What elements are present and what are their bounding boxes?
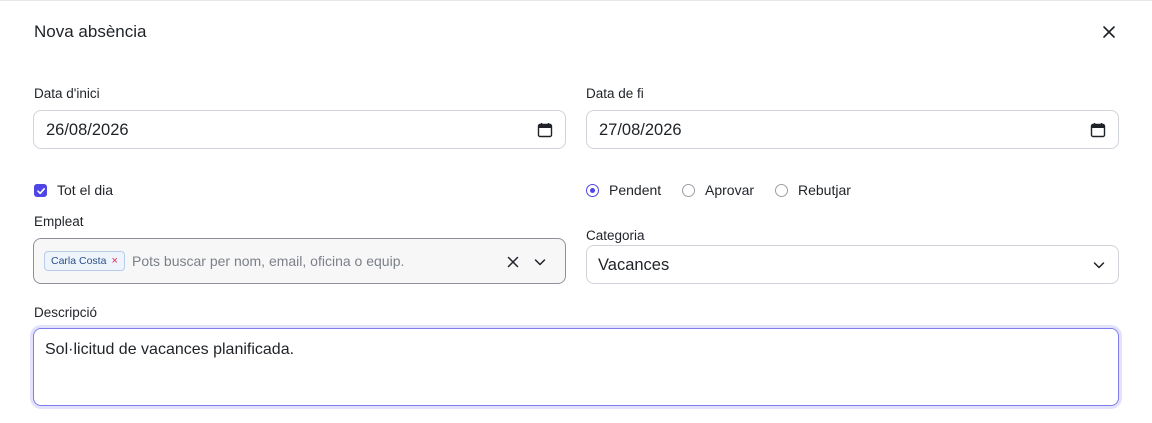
category-dropdown-toggle[interactable]: [1090, 256, 1108, 274]
status-label-rebutjar[interactable]: Rebutjar: [798, 182, 851, 198]
status-radio-aprovar[interactable]: [682, 184, 695, 197]
description-label: Descripció: [34, 305, 98, 320]
remove-chip-icon[interactable]: ×: [111, 255, 117, 267]
description-textarea[interactable]: Sol·licitud de vacances planificada.: [33, 328, 1119, 406]
check-icon: [36, 187, 45, 194]
employee-chip-label: Carla Costa: [51, 255, 107, 267]
end-date-value: 27/08/2026: [599, 121, 682, 139]
status-label-aprovar[interactable]: Aprovar: [705, 182, 754, 198]
employee-chip: Carla Costa ×: [44, 251, 125, 271]
dialog-title: Nova absència: [34, 22, 147, 41]
end-date-input[interactable]: 27/08/2026: [586, 110, 1119, 149]
clear-selection-button[interactable]: [504, 253, 522, 271]
end-date-label: Data de fi: [586, 86, 644, 101]
status-radio-rebutjar[interactable]: [775, 184, 788, 197]
chevron-down-icon: [534, 259, 546, 266]
close-icon: [1103, 26, 1115, 38]
status-label-pendent[interactable]: Pendent: [609, 182, 661, 198]
start-date-label: Data d'inici: [34, 86, 100, 101]
new-absence-dialog: Nova absència Data d'inici 26/08/2026 Da…: [0, 0, 1152, 423]
calendar-icon[interactable]: [1090, 122, 1106, 138]
chevron-down-icon: [1093, 262, 1105, 269]
category-label: Categoria: [586, 228, 645, 243]
all-day-label[interactable]: Tot el dia: [57, 182, 113, 198]
clear-icon: [507, 256, 519, 268]
category-value: Vacances: [598, 256, 670, 274]
category-select[interactable]: Vacances: [586, 245, 1119, 284]
calendar-icon[interactable]: [537, 122, 553, 138]
all-day-checkbox[interactable]: [34, 184, 47, 197]
start-date-value: 26/08/2026: [46, 121, 129, 139]
status-radio-pendent[interactable]: [586, 184, 599, 197]
employee-dropdown-toggle[interactable]: [531, 253, 549, 271]
close-button[interactable]: [1098, 21, 1120, 43]
employee-search-input[interactable]: Pots buscar per nom, email, oficina o eq…: [132, 253, 404, 269]
description-value: Sol·licitud de vacances planificada.: [45, 341, 295, 358]
employee-label: Empleat: [34, 214, 84, 229]
start-date-input[interactable]: 26/08/2026: [33, 110, 566, 149]
employee-select[interactable]: Carla Costa × Pots buscar per nom, email…: [33, 238, 566, 284]
